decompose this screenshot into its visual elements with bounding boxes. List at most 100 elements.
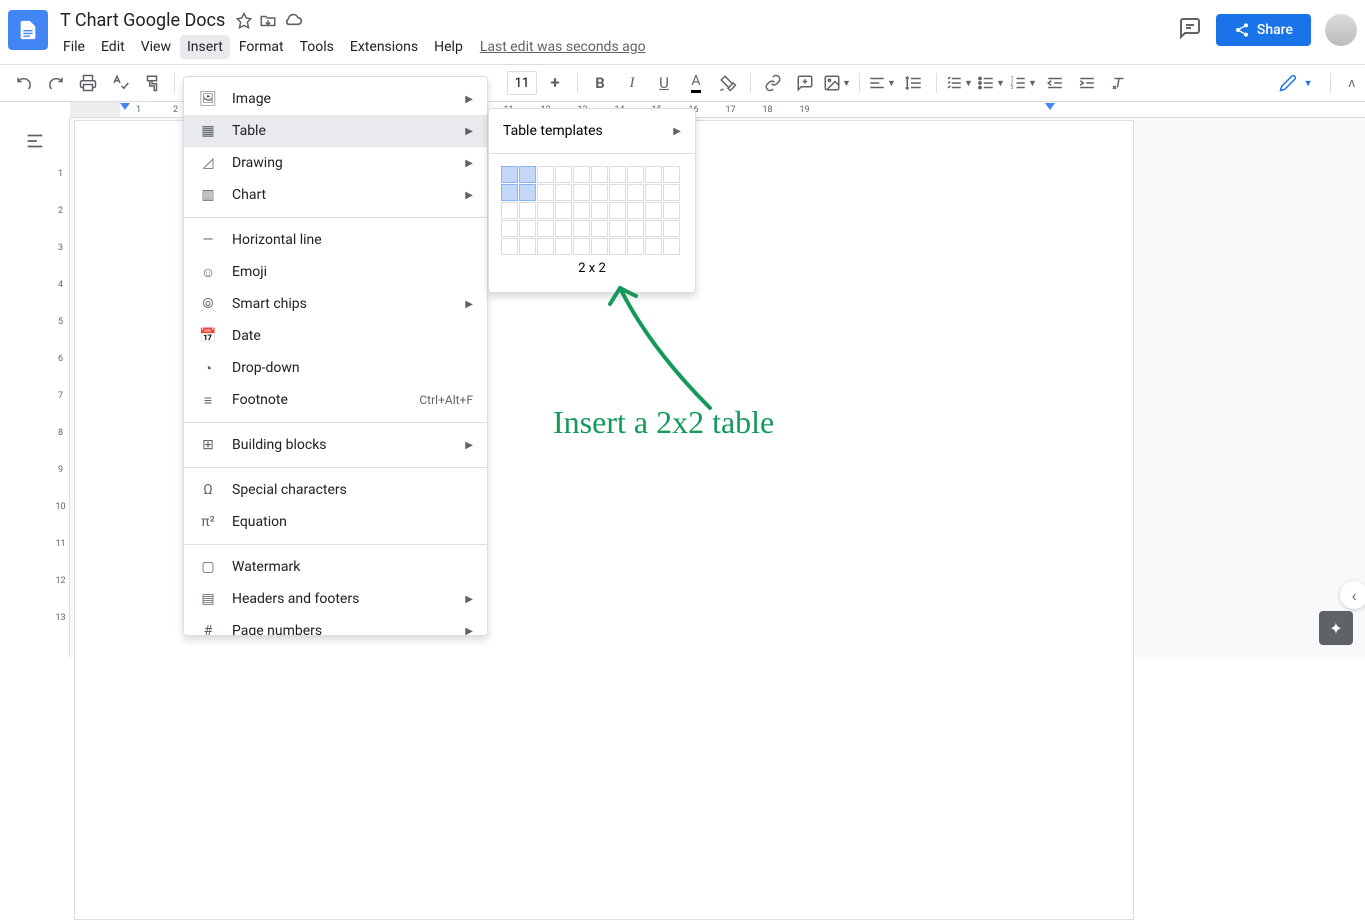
collapse-toolbar-button[interactable]: ʌ <box>1349 75 1356 91</box>
grid-cell[interactable] <box>501 166 518 183</box>
numbered-list-button[interactable]: 123▼ <box>1009 69 1037 97</box>
share-button[interactable]: Share <box>1216 14 1311 46</box>
comments-icon[interactable] <box>1178 16 1202 44</box>
outline-icon[interactable] <box>24 130 46 156</box>
doc-title[interactable]: T Chart Google Docs <box>56 8 229 33</box>
grid-cell[interactable] <box>519 238 536 255</box>
table-grid[interactable] <box>501 166 683 255</box>
grid-cell[interactable] <box>591 238 608 255</box>
bulleted-list-button[interactable]: ▼ <box>977 69 1005 97</box>
insert-link-button[interactable] <box>759 69 787 97</box>
table-size-grid[interactable]: 2 x 2 <box>489 160 695 286</box>
menu-item-emoji[interactable]: ☺Emoji <box>184 256 487 288</box>
avatar[interactable] <box>1325 14 1357 46</box>
align-button[interactable]: ▼ <box>868 69 896 97</box>
docs-logo[interactable] <box>8 10 48 50</box>
insert-image-button[interactable]: ▼ <box>823 69 851 97</box>
text-color-button[interactable]: A <box>682 69 710 97</box>
menu-item-special-chars[interactable]: ΩSpecial characters <box>184 474 487 506</box>
menu-item-headers-footers[interactable]: ▤Headers and footers▶ <box>184 583 487 615</box>
grid-cell[interactable] <box>573 166 590 183</box>
paint-format-button[interactable] <box>138 69 166 97</box>
grid-cell[interactable] <box>645 238 662 255</box>
menu-item-smart-chips[interactable]: ⦾Smart chips▶ <box>184 288 487 320</box>
grid-cell[interactable] <box>609 202 626 219</box>
grid-cell[interactable] <box>573 238 590 255</box>
menu-help[interactable]: Help <box>427 35 470 59</box>
grid-cell[interactable] <box>555 220 572 237</box>
grid-cell[interactable] <box>591 166 608 183</box>
menu-item-table[interactable]: ▦Table▶ <box>184 115 487 147</box>
grid-cell[interactable] <box>519 220 536 237</box>
menu-extensions[interactable]: Extensions <box>343 35 425 59</box>
menu-file[interactable]: File <box>56 35 92 59</box>
editing-mode-button[interactable]: ▼ <box>1270 69 1322 97</box>
grid-cell[interactable] <box>573 184 590 201</box>
grid-cell[interactable] <box>645 202 662 219</box>
last-edit-link[interactable]: Last edit was seconds ago <box>480 39 646 55</box>
font-size-input[interactable] <box>507 71 537 95</box>
menu-edit[interactable]: Edit <box>94 35 132 59</box>
line-spacing-button[interactable] <box>900 69 928 97</box>
grid-cell[interactable] <box>555 202 572 219</box>
grid-cell[interactable] <box>537 202 554 219</box>
grid-cell[interactable] <box>591 202 608 219</box>
grid-cell[interactable] <box>573 202 590 219</box>
grid-cell[interactable] <box>609 166 626 183</box>
undo-button[interactable] <box>10 69 38 97</box>
decrease-indent-button[interactable] <box>1041 69 1069 97</box>
grid-cell[interactable] <box>663 220 680 237</box>
grid-cell[interactable] <box>573 220 590 237</box>
explore-button[interactable]: ✦ <box>1319 611 1353 645</box>
grid-cell[interactable] <box>501 238 518 255</box>
grid-cell[interactable] <box>663 184 680 201</box>
star-icon[interactable] <box>235 12 253 30</box>
grid-cell[interactable] <box>627 184 644 201</box>
grid-cell[interactable] <box>663 238 680 255</box>
menu-item-chart[interactable]: ▥Chart▶ <box>184 179 487 211</box>
grid-cell[interactable] <box>627 166 644 183</box>
add-comment-button[interactable] <box>791 69 819 97</box>
menu-item-hline[interactable]: ―Horizontal line <box>184 224 487 256</box>
grid-cell[interactable] <box>609 184 626 201</box>
menu-view[interactable]: View <box>134 35 178 59</box>
grid-cell[interactable] <box>645 184 662 201</box>
indent-marker-left[interactable] <box>120 103 130 110</box>
menu-item-watermark[interactable]: ▢Watermark <box>184 551 487 583</box>
menu-item-equation[interactable]: π²Equation <box>184 506 487 538</box>
grid-cell[interactable] <box>591 184 608 201</box>
grid-cell[interactable] <box>645 220 662 237</box>
font-size-inc-button[interactable]: + <box>541 69 569 97</box>
grid-cell[interactable] <box>537 166 554 183</box>
grid-cell[interactable] <box>537 238 554 255</box>
menu-item-dropdown[interactable]: ◔Drop-down <box>184 352 487 384</box>
grid-cell[interactable] <box>663 202 680 219</box>
menu-item-drawing[interactable]: ◿Drawing▶ <box>184 147 487 179</box>
indent-marker-right[interactable] <box>1045 103 1055 110</box>
grid-cell[interactable] <box>501 202 518 219</box>
italic-button[interactable]: I <box>618 69 646 97</box>
highlight-button[interactable] <box>714 69 742 97</box>
grid-cell[interactable] <box>555 184 572 201</box>
checklist-button[interactable]: ▼ <box>945 69 973 97</box>
side-panel-toggle[interactable]: ‹ <box>1340 581 1365 609</box>
grid-cell[interactable] <box>555 238 572 255</box>
grid-cell[interactable] <box>501 184 518 201</box>
ruler-vertical[interactable]: 12345678910111213 <box>52 118 70 657</box>
grid-cell[interactable] <box>591 220 608 237</box>
grid-cell[interactable] <box>519 184 536 201</box>
grid-cell[interactable] <box>537 220 554 237</box>
grid-cell[interactable] <box>609 220 626 237</box>
bold-button[interactable]: B <box>586 69 614 97</box>
increase-indent-button[interactable] <box>1073 69 1101 97</box>
grid-cell[interactable] <box>645 166 662 183</box>
redo-button[interactable] <box>42 69 70 97</box>
grid-cell[interactable] <box>663 166 680 183</box>
menu-format[interactable]: Format <box>232 35 291 59</box>
grid-cell[interactable] <box>627 202 644 219</box>
menu-insert[interactable]: Insert <box>180 35 230 59</box>
grid-cell[interactable] <box>519 202 536 219</box>
menu-item-footnote[interactable]: ≡FootnoteCtrl+Alt+F <box>184 384 487 416</box>
move-icon[interactable] <box>259 12 277 30</box>
menu-item-image[interactable]: 🖼Image▶ <box>184 83 487 115</box>
